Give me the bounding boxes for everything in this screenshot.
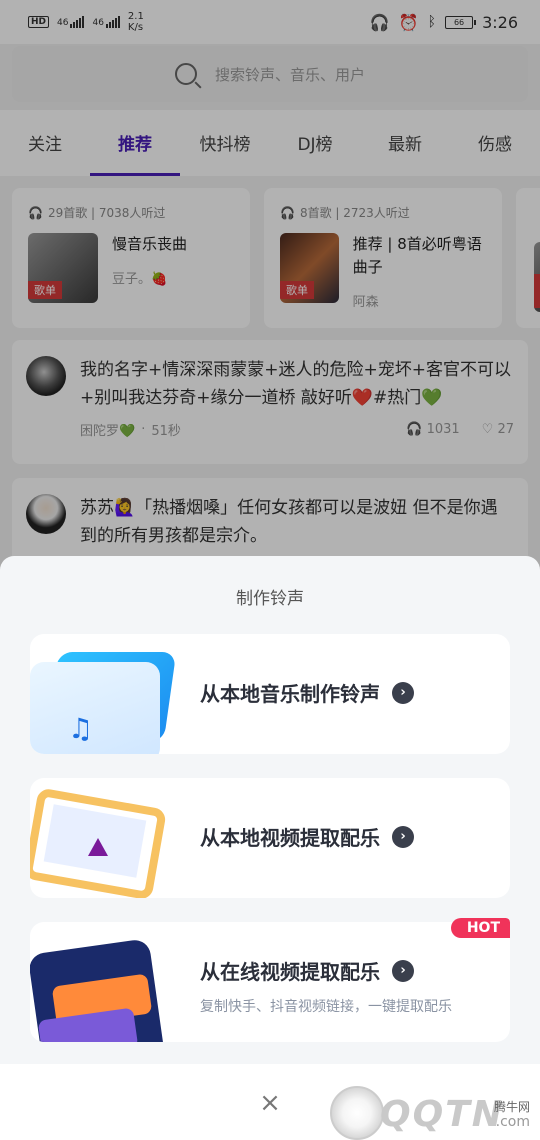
- music-note-icon: ♫: [68, 712, 94, 745]
- option-label: 从本地音乐制作铃声: [200, 682, 380, 706]
- option-label: 从在线视频提取配乐: [200, 960, 380, 984]
- watermark-text: QQTN: [380, 1094, 504, 1135]
- option-label: 从本地视频提取配乐: [200, 826, 380, 850]
- watermark: QQTN 腾牛网 .com: [330, 1080, 540, 1140]
- watermark-logo-icon: [330, 1086, 384, 1140]
- play-icon: [88, 838, 108, 856]
- chevron-right-icon: ›: [392, 825, 414, 848]
- watermark-site-name: 腾牛网: [493, 1100, 530, 1114]
- option-subtitle: 复制快手、抖音视频链接，一键提取配乐: [200, 999, 452, 1015]
- hot-badge: HOT: [450, 918, 510, 938]
- chevron-right-icon: ›: [392, 959, 414, 982]
- close-button[interactable]: ×: [254, 1088, 286, 1120]
- option-local-music[interactable]: ♫ 从本地音乐制作铃声 ›: [30, 634, 510, 754]
- option-online-video[interactable]: HOT 从在线视频提取配乐 › 复制快手、抖音视频链接，一键提取配乐: [30, 918, 510, 1042]
- option-local-video[interactable]: 从本地视频提取配乐 ›: [30, 778, 510, 898]
- watermark-domain: .com: [495, 1114, 530, 1130]
- chevron-right-icon: ›: [392, 681, 414, 704]
- sheet-title: 制作铃声: [236, 589, 304, 609]
- make-ringtone-sheet: 制作铃声 ♫ 从本地音乐制作铃声 › 从本地视频提取配乐 › HOT 从在线视频…: [0, 556, 540, 1140]
